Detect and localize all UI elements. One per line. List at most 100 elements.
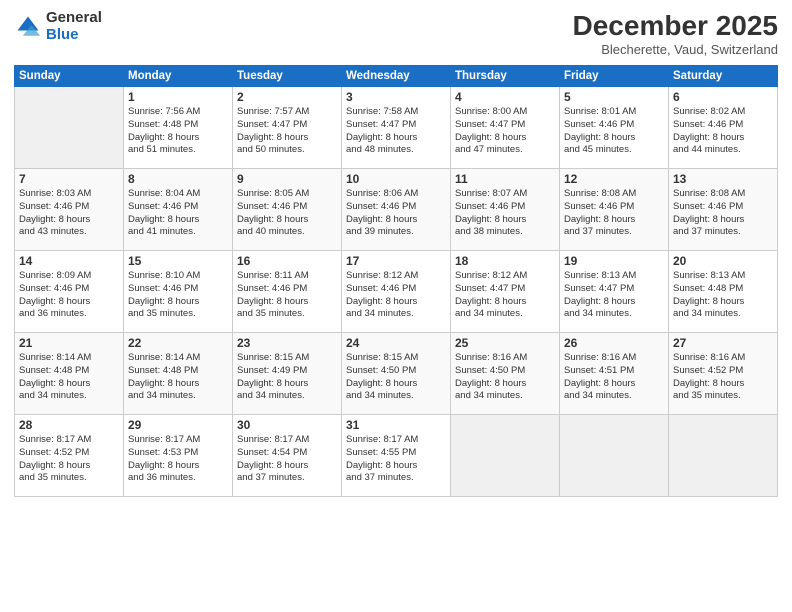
day-info: Sunrise: 8:09 AM Sunset: 4:46 PM Dayligh… bbox=[19, 270, 119, 321]
day-cell bbox=[560, 415, 669, 497]
month-title: December 2025 bbox=[573, 10, 778, 42]
day-cell: 18 Sunrise: 8:12 AM Sunset: 4:47 PM Dayli… bbox=[451, 251, 560, 333]
day-cell: 26 Sunrise: 8:16 AM Sunset: 4:51 PM Dayli… bbox=[560, 333, 669, 415]
day-number: 15 bbox=[128, 254, 228, 268]
day-number: 21 bbox=[19, 336, 119, 350]
day-cell: 25 Sunrise: 8:16 AM Sunset: 4:50 PM Dayli… bbox=[451, 333, 560, 415]
col-header-tuesday: Tuesday bbox=[233, 66, 342, 87]
day-cell: 6Sunrise: 8:02 AM Sunset: 4:46 PM Daylig… bbox=[669, 87, 778, 169]
day-info: Sunrise: 8:02 AM Sunset: 4:46 PM Dayligh… bbox=[673, 106, 773, 157]
week-row-4: 28Sunrise: 8:17 AM Sunset: 4:52 PM Dayli… bbox=[15, 415, 778, 497]
day-cell: 15 Sunrise: 8:10 AM Sunset: 4:46 PM Dayli… bbox=[124, 251, 233, 333]
day-number: 2 bbox=[237, 90, 337, 104]
day-info: Sunrise: 8:15 AM Sunset: 4:50 PM Dayligh… bbox=[346, 352, 446, 403]
day-number: 22 bbox=[128, 336, 228, 350]
day-number: 4 bbox=[455, 90, 555, 104]
day-number: 30 bbox=[237, 418, 337, 432]
day-cell: 12 Sunrise: 8:08 AM Sunset: 4:46 PM Dayli… bbox=[560, 169, 669, 251]
day-cell: 13 Sunrise: 8:08 AM Sunset: 4:46 PM Dayli… bbox=[669, 169, 778, 251]
day-number: 10 bbox=[346, 172, 446, 186]
day-cell: 10 Sunrise: 8:06 AM Sunset: 4:46 PM Dayli… bbox=[342, 169, 451, 251]
day-cell: 2 Sunrise: 7:57 AM Sunset: 4:47 PM Daylig… bbox=[233, 87, 342, 169]
col-header-thursday: Thursday bbox=[451, 66, 560, 87]
day-info: Sunrise: 8:13 AM Sunset: 4:48 PM Dayligh… bbox=[673, 270, 773, 321]
day-number: 25 bbox=[455, 336, 555, 350]
logo-icon bbox=[14, 13, 42, 41]
day-number: 17 bbox=[346, 254, 446, 268]
day-cell: 9 Sunrise: 8:05 AM Sunset: 4:46 PM Daylig… bbox=[233, 169, 342, 251]
day-number: 23 bbox=[237, 336, 337, 350]
day-number: 31 bbox=[346, 418, 446, 432]
day-info: Sunrise: 8:16 AM Sunset: 4:52 PM Dayligh… bbox=[673, 352, 773, 403]
calendar-table: SundayMondayTuesdayWednesdayThursdayFrid… bbox=[14, 65, 778, 497]
col-header-saturday: Saturday bbox=[669, 66, 778, 87]
col-header-wednesday: Wednesday bbox=[342, 66, 451, 87]
day-info: Sunrise: 7:58 AM Sunset: 4:47 PM Dayligh… bbox=[346, 106, 446, 157]
day-info: Sunrise: 8:15 AM Sunset: 4:49 PM Dayligh… bbox=[237, 352, 337, 403]
day-number: 12 bbox=[564, 172, 664, 186]
day-cell: 27 Sunrise: 8:16 AM Sunset: 4:52 PM Dayli… bbox=[669, 333, 778, 415]
week-row-3: 21 Sunrise: 8:14 AM Sunset: 4:48 PM Dayli… bbox=[15, 333, 778, 415]
day-info: Sunrise: 8:17 AM Sunset: 4:54 PM Dayligh… bbox=[237, 434, 337, 485]
day-cell: 30 Sunrise: 8:17 AM Sunset: 4:54 PM Dayli… bbox=[233, 415, 342, 497]
day-number: 18 bbox=[455, 254, 555, 268]
day-info: Sunrise: 8:08 AM Sunset: 4:46 PM Dayligh… bbox=[564, 188, 664, 239]
day-info: Sunrise: 7:56 AM Sunset: 4:48 PM Dayligh… bbox=[128, 106, 228, 157]
day-cell: 11Sunrise: 8:07 AM Sunset: 4:46 PM Dayli… bbox=[451, 169, 560, 251]
day-cell: 21 Sunrise: 8:14 AM Sunset: 4:48 PM Dayli… bbox=[15, 333, 124, 415]
day-info: Sunrise: 8:12 AM Sunset: 4:47 PM Dayligh… bbox=[455, 270, 555, 321]
day-info: Sunrise: 8:11 AM Sunset: 4:46 PM Dayligh… bbox=[237, 270, 337, 321]
day-number: 11 bbox=[455, 172, 555, 186]
day-info: Sunrise: 8:05 AM Sunset: 4:46 PM Dayligh… bbox=[237, 188, 337, 239]
day-number: 24 bbox=[346, 336, 446, 350]
day-info: Sunrise: 8:00 AM Sunset: 4:47 PM Dayligh… bbox=[455, 106, 555, 157]
day-number: 3 bbox=[346, 90, 446, 104]
day-info: Sunrise: 8:12 AM Sunset: 4:46 PM Dayligh… bbox=[346, 270, 446, 321]
day-number: 13 bbox=[673, 172, 773, 186]
day-info: Sunrise: 8:16 AM Sunset: 4:50 PM Dayligh… bbox=[455, 352, 555, 403]
col-header-sunday: Sunday bbox=[15, 66, 124, 87]
header-row: SundayMondayTuesdayWednesdayThursdayFrid… bbox=[15, 66, 778, 87]
day-number: 5 bbox=[564, 90, 664, 104]
day-cell bbox=[451, 415, 560, 497]
day-number: 9 bbox=[237, 172, 337, 186]
day-cell: 28Sunrise: 8:17 AM Sunset: 4:52 PM Dayli… bbox=[15, 415, 124, 497]
day-info: Sunrise: 8:08 AM Sunset: 4:46 PM Dayligh… bbox=[673, 188, 773, 239]
logo-text: General Blue bbox=[46, 10, 102, 43]
day-number: 8 bbox=[128, 172, 228, 186]
day-info: Sunrise: 8:10 AM Sunset: 4:46 PM Dayligh… bbox=[128, 270, 228, 321]
day-cell: 29 Sunrise: 8:17 AM Sunset: 4:53 PM Dayli… bbox=[124, 415, 233, 497]
day-number: 19 bbox=[564, 254, 664, 268]
day-info: Sunrise: 8:14 AM Sunset: 4:48 PM Dayligh… bbox=[19, 352, 119, 403]
day-number: 16 bbox=[237, 254, 337, 268]
day-cell bbox=[669, 415, 778, 497]
day-number: 27 bbox=[673, 336, 773, 350]
day-cell: 14Sunrise: 8:09 AM Sunset: 4:46 PM Dayli… bbox=[15, 251, 124, 333]
header: General Blue December 2025 Blecherette, … bbox=[14, 10, 778, 57]
day-number: 28 bbox=[19, 418, 119, 432]
week-row-1: 7 Sunrise: 8:03 AM Sunset: 4:46 PM Daylig… bbox=[15, 169, 778, 251]
logo: General Blue bbox=[14, 10, 102, 43]
day-cell: 16 Sunrise: 8:11 AM Sunset: 4:46 PM Dayli… bbox=[233, 251, 342, 333]
day-number: 26 bbox=[564, 336, 664, 350]
day-number: 29 bbox=[128, 418, 228, 432]
day-cell: 8Sunrise: 8:04 AM Sunset: 4:46 PM Daylig… bbox=[124, 169, 233, 251]
day-cell: 7 Sunrise: 8:03 AM Sunset: 4:46 PM Daylig… bbox=[15, 169, 124, 251]
day-cell: 5Sunrise: 8:01 AM Sunset: 4:46 PM Daylig… bbox=[560, 87, 669, 169]
day-info: Sunrise: 8:17 AM Sunset: 4:53 PM Dayligh… bbox=[128, 434, 228, 485]
day-cell: 20Sunrise: 8:13 AM Sunset: 4:48 PM Dayli… bbox=[669, 251, 778, 333]
day-cell: 23 Sunrise: 8:15 AM Sunset: 4:49 PM Dayli… bbox=[233, 333, 342, 415]
day-number: 1 bbox=[128, 90, 228, 104]
day-info: Sunrise: 7:57 AM Sunset: 4:47 PM Dayligh… bbox=[237, 106, 337, 157]
col-header-monday: Monday bbox=[124, 66, 233, 87]
day-cell: 1 Sunrise: 7:56 AM Sunset: 4:48 PM Daylig… bbox=[124, 87, 233, 169]
day-cell: 24 Sunrise: 8:15 AM Sunset: 4:50 PM Dayli… bbox=[342, 333, 451, 415]
day-cell: 17 Sunrise: 8:12 AM Sunset: 4:46 PM Dayli… bbox=[342, 251, 451, 333]
week-row-0: 1 Sunrise: 7:56 AM Sunset: 4:48 PM Daylig… bbox=[15, 87, 778, 169]
week-row-2: 14Sunrise: 8:09 AM Sunset: 4:46 PM Dayli… bbox=[15, 251, 778, 333]
day-info: Sunrise: 8:13 AM Sunset: 4:47 PM Dayligh… bbox=[564, 270, 664, 321]
day-info: Sunrise: 8:16 AM Sunset: 4:51 PM Dayligh… bbox=[564, 352, 664, 403]
day-number: 7 bbox=[19, 172, 119, 186]
day-info: Sunrise: 8:03 AM Sunset: 4:46 PM Dayligh… bbox=[19, 188, 119, 239]
day-info: Sunrise: 8:06 AM Sunset: 4:46 PM Dayligh… bbox=[346, 188, 446, 239]
